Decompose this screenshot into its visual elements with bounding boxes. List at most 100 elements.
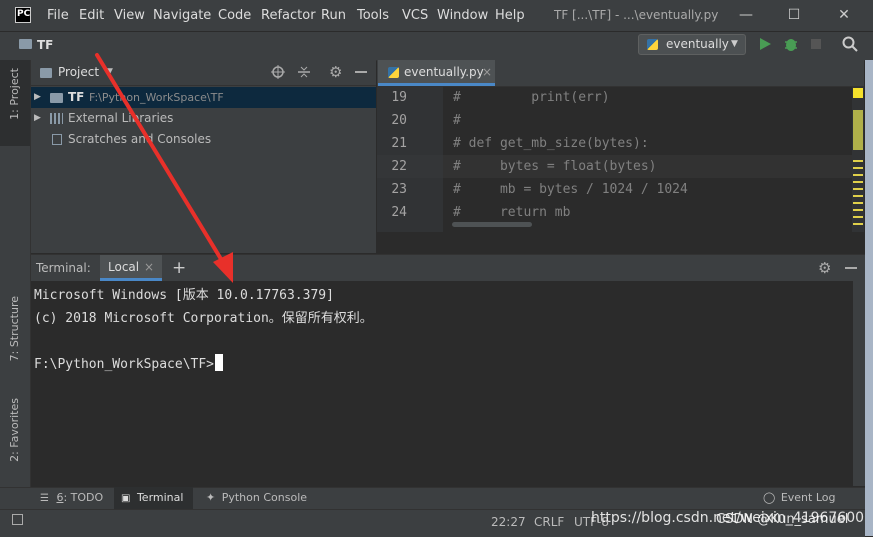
code-line[interactable]: # bytes = float(bytes)	[453, 155, 657, 178]
folder-icon	[19, 39, 32, 49]
text-cursor	[215, 354, 224, 371]
pycharm-logo: PC	[15, 7, 31, 23]
expand-arrow-icon[interactable]: ▶	[34, 87, 41, 108]
breadcrumb-project[interactable]: TF	[37, 31, 53, 59]
inspection-status-icon[interactable]	[853, 88, 863, 98]
terminal-tool-tab[interactable]: ▣ Terminal	[114, 487, 193, 509]
run-config-label: eventually	[666, 37, 729, 51]
caret-position[interactable]: 22:27	[491, 509, 526, 536]
minimize-panel-icon[interactable]	[845, 267, 857, 269]
menu-refactor[interactable]: Refactor	[261, 0, 316, 31]
code-line[interactable]: # def get_mb_size(bytes):	[453, 132, 649, 155]
chevron-down-icon[interactable]: ▼	[106, 60, 113, 85]
line-number: 23	[391, 182, 407, 197]
locate-icon[interactable]	[271, 65, 285, 79]
menu-code[interactable]: Code	[218, 0, 251, 31]
terminal-line: Microsoft Windows [版本 10.0.17763.379]	[34, 288, 334, 303]
project-tab-label: 1: Project	[8, 68, 21, 120]
structure-tab-label: 7: Structure	[8, 296, 21, 362]
todo-tool-tab[interactable]: ☰ 6: TODO	[40, 487, 103, 509]
run-icon[interactable]	[758, 37, 772, 51]
terminal-scrollbar[interactable]	[853, 281, 865, 486]
project-view-title[interactable]: Project	[58, 60, 99, 85]
code-line[interactable]: # print(err)	[453, 86, 610, 109]
terminal-tab-label: Terminal	[136, 491, 184, 504]
menu-view[interactable]: View	[114, 0, 145, 31]
close-icon[interactable]: ×	[144, 255, 154, 279]
terminal-tab-local[interactable]: Local ×	[100, 255, 162, 281]
project-tool-tab[interactable]: 1: Project	[0, 60, 30, 146]
line-number: 22	[391, 159, 407, 174]
menu-navigate[interactable]: Navigate	[153, 0, 211, 31]
watermark-csdn: CSDN @Kun_samuel	[716, 512, 849, 527]
toggle-tool-windows-icon[interactable]	[12, 514, 23, 525]
line-number: 21	[391, 136, 407, 151]
terminal-prompt-line[interactable]: F:\Python_WorkSpace\TF>	[34, 353, 224, 376]
line-number: 20	[391, 113, 407, 128]
line-number: 19	[391, 90, 407, 105]
menu-vcs[interactable]: VCS	[402, 0, 428, 31]
python-console-tool-tab[interactable]: ✦ Python Console	[206, 487, 307, 509]
python-file-icon	[388, 67, 399, 78]
tree-item-tf[interactable]: ▶ TF F:\Python_WorkSpace\TF	[31, 87, 376, 108]
tree-item-label: TF	[68, 90, 85, 104]
favorites-tab-label: 2: Favorites	[8, 398, 21, 462]
search-icon[interactable]	[842, 36, 858, 52]
debug-icon[interactable]	[783, 36, 799, 52]
menu-window[interactable]: Window	[437, 0, 488, 31]
minimize-panel-icon[interactable]	[355, 71, 367, 73]
python-console-label: Python Console	[221, 491, 308, 504]
tree-item-external-libraries[interactable]: ▶ External Libraries	[31, 108, 376, 129]
project-view-icon	[40, 68, 52, 78]
window-title: TF [...\TF] - ...\eventually.py	[554, 8, 719, 22]
code-line[interactable]: #	[453, 109, 461, 132]
code-line[interactable]: # return mb	[453, 201, 570, 224]
chevron-down-icon: ▼	[731, 39, 738, 49]
gear-icon[interactable]: ⚙	[818, 255, 831, 281]
favorites-tool-tab[interactable]: 2: Favorites	[0, 394, 30, 479]
code-line[interactable]: # mb = bytes / 1024 / 1024	[453, 178, 688, 201]
stop-icon[interactable]	[811, 39, 821, 49]
terminal-title: Terminal:	[36, 261, 91, 275]
terminal-prompt: F:\Python_WorkSpace\TF>	[34, 357, 215, 372]
run-config-select[interactable]: eventually ▼	[638, 34, 746, 55]
menu-file[interactable]: File	[47, 0, 69, 31]
warning-marks	[853, 110, 863, 150]
collapse-all-icon[interactable]	[297, 65, 311, 79]
terminal-tab-label: Local	[108, 260, 140, 274]
line-number: 24	[391, 205, 407, 220]
menu-edit[interactable]: Edit	[79, 0, 104, 31]
minimize-button[interactable]: —	[723, 0, 769, 31]
expand-arrow-icon[interactable]: ▶	[34, 108, 41, 129]
horizontal-scrollbar[interactable]	[452, 222, 532, 227]
desktop-background	[865, 60, 873, 536]
maximize-button[interactable]: ☐	[771, 0, 817, 31]
list-icon: ☰	[40, 493, 49, 504]
tree-item-scratches[interactable]: Scratches and Consoles	[31, 129, 376, 150]
event-log-icon: ◯	[763, 491, 776, 504]
gear-icon[interactable]: ⚙	[329, 61, 342, 83]
structure-tool-tab[interactable]: 7: Structure	[0, 292, 30, 377]
library-icon	[50, 113, 63, 124]
tree-item-label: Scratches and Consoles	[68, 132, 212, 146]
new-tab-icon[interactable]: +	[172, 255, 186, 281]
terminal-icon: ▣	[121, 493, 131, 504]
menu-run[interactable]: Run	[321, 0, 346, 31]
close-button[interactable]: ✕	[821, 0, 867, 31]
menu-help[interactable]: Help	[495, 0, 525, 31]
scratch-icon	[52, 134, 62, 145]
tab-eventually-py[interactable]: eventually.py ×	[378, 60, 495, 86]
folder-icon	[50, 93, 63, 103]
marker-stripes	[853, 160, 863, 230]
line-separator[interactable]: CRLF	[534, 509, 564, 536]
python-icon	[647, 39, 658, 50]
todo-tab-label: : TODO	[63, 491, 104, 504]
tree-item-label: External Libraries	[68, 111, 174, 125]
close-icon[interactable]: ×	[482, 60, 492, 84]
event-log-tool-tab[interactable]: ◯ Event Log	[763, 487, 835, 509]
tab-label: eventually.py	[404, 65, 484, 79]
menu-tools[interactable]: Tools	[357, 0, 389, 31]
terminal-line: (c) 2018 Microsoft Corporation。保留所有权利。	[34, 311, 373, 326]
event-log-label: Event Log	[780, 491, 836, 504]
tree-item-path: F:\Python_WorkSpace\TF	[89, 91, 224, 104]
